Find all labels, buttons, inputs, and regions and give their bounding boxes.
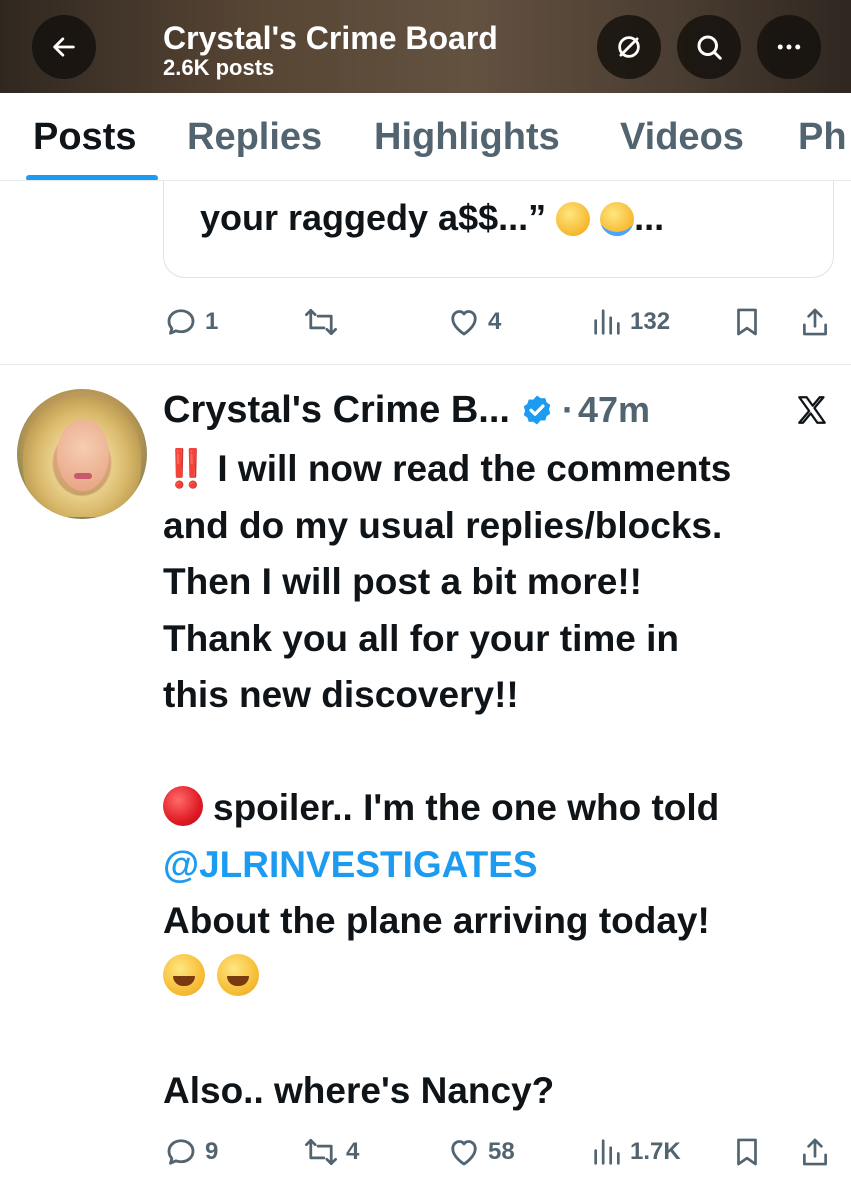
post-line: Then I will post a bit more!! bbox=[163, 561, 642, 602]
previous-post-actions: 1 4 132 bbox=[0, 302, 851, 342]
views-button[interactable]: 1.7K bbox=[590, 1132, 681, 1172]
post-actions: 9 4 58 1.7K bbox=[0, 1132, 851, 1172]
views-chart-icon bbox=[594, 309, 620, 335]
mention-link[interactable]: @JLRINVESTIGATES bbox=[163, 844, 538, 885]
profile-tabs: Posts Replies Highlights Videos Ph bbox=[0, 93, 851, 181]
post-line: Also.. where's Nancy? bbox=[163, 1069, 555, 1111]
bookmark-icon bbox=[737, 308, 757, 336]
search-button[interactable] bbox=[677, 15, 741, 79]
repost-button[interactable]: 4 bbox=[302, 1132, 359, 1172]
post-line: @JLRINVESTIGATES bbox=[163, 837, 833, 894]
reply-icon bbox=[167, 309, 195, 335]
quoted-text-ellipsis: ... bbox=[634, 197, 665, 238]
post-line: ‼️ I will now read the comments bbox=[163, 441, 833, 498]
post-count: 2.6K posts bbox=[163, 55, 275, 80]
reply-icon bbox=[167, 1139, 195, 1165]
share-icon bbox=[803, 308, 827, 336]
rolling-laughing-emoji-icon bbox=[163, 953, 205, 996]
more-button[interactable] bbox=[757, 15, 821, 79]
tab-replies[interactable]: Replies bbox=[187, 115, 322, 159]
share-button[interactable] bbox=[798, 302, 832, 342]
back-button[interactable] bbox=[32, 15, 96, 79]
post-separator: · bbox=[561, 389, 574, 430]
tab-videos[interactable]: Videos bbox=[620, 115, 744, 159]
like-count: 4 bbox=[488, 308, 502, 335]
red-circle-emoji-icon bbox=[163, 786, 203, 826]
view-count: 132 bbox=[630, 308, 671, 335]
quoted-text-line: your raggedy a$$...” bbox=[200, 197, 547, 238]
tab-posts[interactable]: Posts bbox=[33, 115, 136, 159]
repost-icon bbox=[304, 1138, 338, 1166]
reply-count: 9 bbox=[205, 1138, 219, 1165]
post-line-text: I will now read the comments bbox=[217, 448, 732, 489]
active-tab-indicator bbox=[26, 175, 158, 180]
double-exclamation-emoji: ‼️ bbox=[163, 448, 209, 489]
post-line bbox=[163, 950, 833, 1007]
profile-header: Crystal's Crime Board 2.6K posts bbox=[0, 0, 851, 93]
post-line: Thank you all for your time in bbox=[163, 617, 680, 659]
sweat-smile-emoji-icon bbox=[556, 202, 591, 236]
verified-badge-icon bbox=[523, 395, 551, 425]
post-author-row: Crystal's Crime B... · 47m bbox=[163, 386, 650, 434]
reply-button[interactable]: 9 bbox=[163, 1132, 218, 1172]
tab-photos[interactable]: Ph bbox=[798, 115, 847, 159]
reply-count: 1 bbox=[205, 308, 219, 335]
rolling-laughing-emoji-icon bbox=[217, 953, 259, 996]
heart-icon bbox=[451, 310, 477, 336]
heart-icon bbox=[451, 1140, 477, 1166]
x-grok-icon[interactable] bbox=[794, 393, 830, 427]
post-line: this new discovery!! bbox=[163, 674, 519, 715]
spoiler-text: spoiler.. I'm the one who told bbox=[213, 787, 720, 828]
bookmark-icon bbox=[737, 1138, 757, 1166]
crying-face-emoji-icon bbox=[600, 202, 635, 236]
repost-count: 4 bbox=[346, 1138, 360, 1165]
post-line: spoiler.. I'm the one who told bbox=[163, 780, 833, 837]
search-icon bbox=[697, 35, 722, 60]
like-button[interactable]: 4 bbox=[446, 302, 501, 342]
like-count: 58 bbox=[488, 1138, 515, 1165]
post-line: and do my usual replies/blocks. bbox=[163, 504, 723, 546]
share-icon bbox=[803, 1138, 827, 1166]
more-horizontal-icon bbox=[777, 44, 801, 50]
tab-highlights[interactable]: Highlights bbox=[374, 115, 560, 159]
like-button[interactable]: 58 bbox=[446, 1132, 515, 1172]
bookmark-button[interactable] bbox=[730, 302, 764, 342]
author-name[interactable]: Crystal's Crime B... bbox=[163, 389, 510, 432]
views-chart-icon bbox=[594, 1139, 620, 1165]
bookmark-button[interactable] bbox=[730, 1132, 764, 1172]
avatar[interactable] bbox=[17, 389, 147, 519]
quoted-post-text: your raggedy a$$...” ... bbox=[200, 196, 664, 240]
reply-button[interactable]: 1 bbox=[163, 302, 218, 342]
share-button[interactable] bbox=[798, 1132, 832, 1172]
post-line: About the plane arriving today! bbox=[163, 900, 710, 941]
circle-slash-icon bbox=[618, 36, 640, 58]
post-timestamp[interactable]: 47m bbox=[578, 389, 650, 431]
repost-button[interactable] bbox=[302, 302, 346, 342]
arrow-left-icon bbox=[53, 37, 75, 57]
views-button[interactable]: 132 bbox=[590, 302, 670, 342]
post-divider bbox=[0, 364, 851, 365]
spaces-button[interactable] bbox=[597, 15, 661, 79]
profile-title: Crystal's Crime Board bbox=[163, 20, 498, 56]
view-count: 1.7K bbox=[630, 1138, 681, 1165]
post-text: ‼️ I will now read the comments and do m… bbox=[163, 441, 833, 1119]
repost-icon bbox=[304, 308, 338, 336]
